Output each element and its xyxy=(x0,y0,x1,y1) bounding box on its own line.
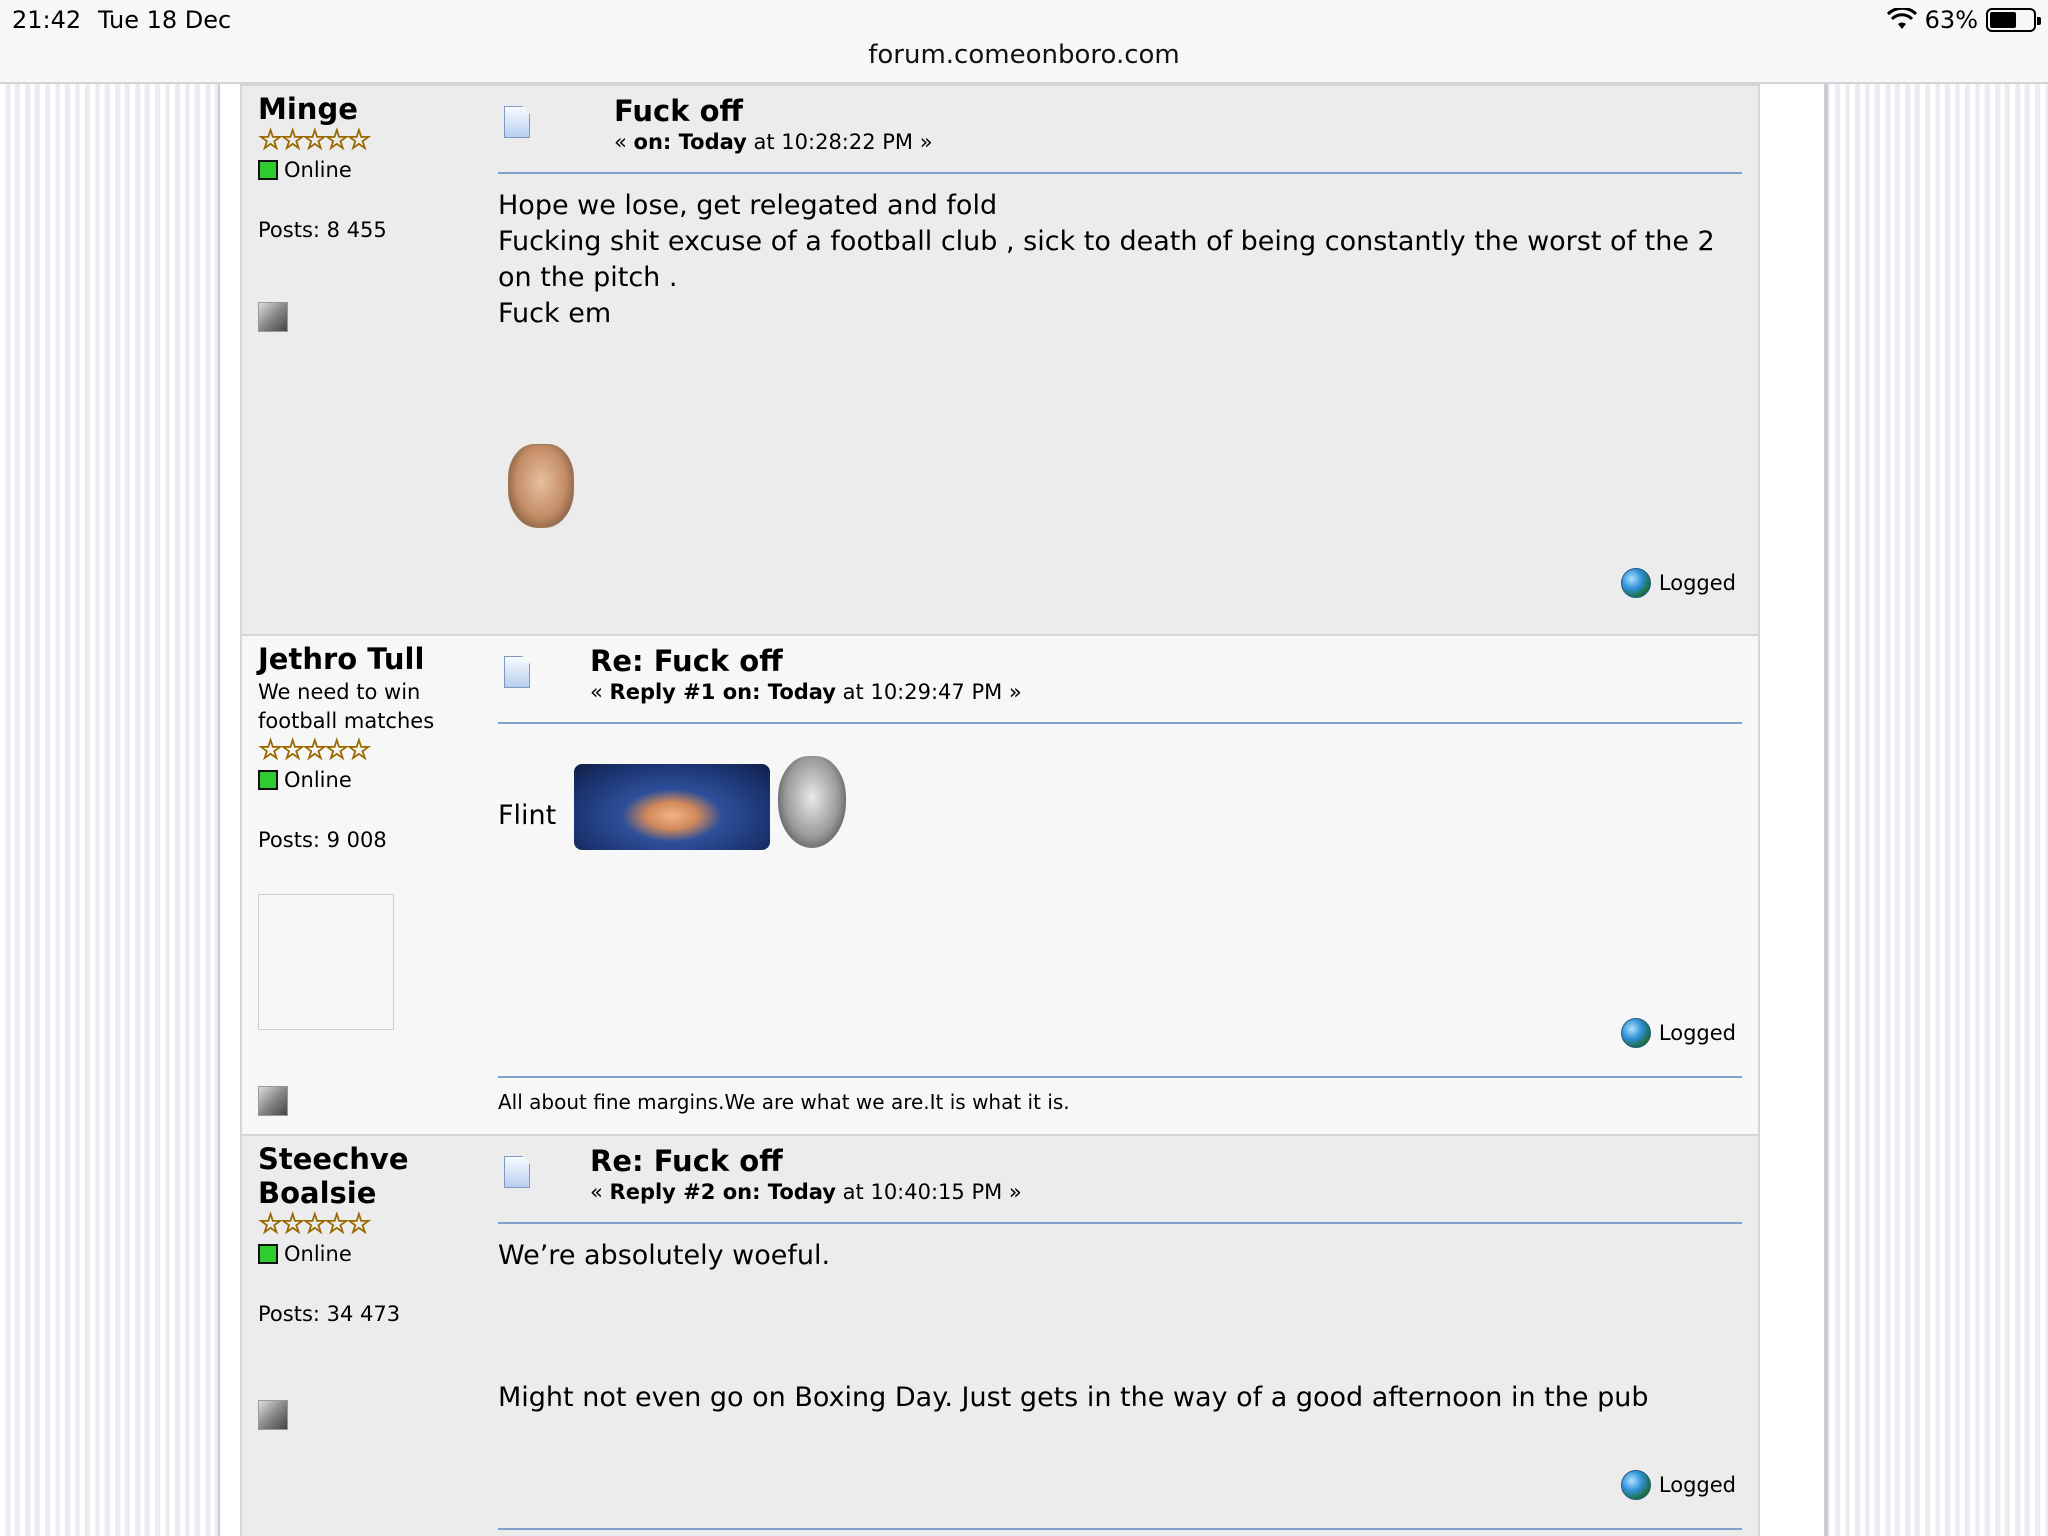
profile-link-icon[interactable] xyxy=(258,302,288,332)
post-subject[interactable]: Re: Fuck off xyxy=(590,1144,783,1178)
logged-indicator: Logged xyxy=(1620,568,1736,598)
poster-info: Jethro Tull We need to win football matc… xyxy=(258,642,478,1030)
post-line: Might not even go on Boxing Day. Just ge… xyxy=(498,1382,1649,1413)
poster-name[interactable]: Jethro Tull xyxy=(258,642,478,676)
forum-post: Jethro Tull We need to win football matc… xyxy=(240,634,1760,1136)
wifi-icon xyxy=(1886,8,1917,29)
online-status: Online xyxy=(258,158,478,182)
logged-label: Logged xyxy=(1658,1021,1736,1045)
post-document-icon xyxy=(504,656,530,688)
poster-name[interactable]: Steechve Boalsie xyxy=(258,1142,478,1210)
embedded-coach-image xyxy=(574,764,770,850)
post-count: Posts: 9 008 xyxy=(258,828,387,852)
poster-name[interactable]: Minge xyxy=(258,92,478,126)
online-icon xyxy=(258,160,278,180)
battery-icon xyxy=(1986,8,2041,32)
battery-percent: 63% xyxy=(1924,6,1978,34)
forum-post: Steechve Boalsie ☆☆☆☆☆ Online Posts: 34 … xyxy=(240,1134,1760,1536)
status-time: 21:42 xyxy=(12,6,82,34)
post-meta-bold: Reply #2 on: Today xyxy=(609,1180,836,1204)
online-label: Online xyxy=(284,768,352,792)
post-header: Re: Fuck off « Reply #2 on: Today at 10:… xyxy=(498,1136,1742,1222)
poster-info: Minge ☆☆☆☆☆ Online Posts: 8 455 xyxy=(258,92,478,242)
globe-icon xyxy=(1620,1470,1651,1500)
browser-top-bar: 21:42 Tue 18 Dec 63% forum.comeonboro.co… xyxy=(0,0,2048,84)
post-line: Fuck em xyxy=(498,298,612,329)
globe-icon xyxy=(1620,568,1651,598)
online-label: Online xyxy=(284,158,352,182)
online-icon xyxy=(258,1244,278,1264)
post-content: Re: Fuck off « Reply #2 on: Today at 10:… xyxy=(498,1136,1742,1416)
profile-link-icon[interactable] xyxy=(258,1086,288,1116)
post-count: Posts: 34 473 xyxy=(258,1302,401,1326)
post-divider xyxy=(498,1528,1742,1530)
post-meta-bold: Reply #1 on: Today xyxy=(609,680,836,704)
post-body: Hope we lose, get relegated and fold Fuc… xyxy=(498,188,1742,332)
post-meta: « on: Today at 10:28:22 PM » xyxy=(614,130,933,154)
status-date: Tue 18 Dec xyxy=(98,6,232,34)
post-line: We’re absolutely woeful. xyxy=(498,1240,831,1271)
address-bar-url[interactable]: forum.comeonboro.com xyxy=(0,40,2048,70)
page-rail xyxy=(1826,84,1828,1536)
post-divider xyxy=(498,722,1742,724)
post-subject[interactable]: Re: Fuck off xyxy=(590,644,783,678)
logged-label: Logged xyxy=(1658,1473,1736,1497)
post-divider xyxy=(498,1222,1742,1224)
poster-info: Steechve Boalsie ☆☆☆☆☆ Online Posts: 34 … xyxy=(258,1142,478,1326)
logged-indicator: Logged xyxy=(1620,1470,1736,1500)
post-line: Hope we lose, get relegated and fold xyxy=(498,190,998,221)
online-icon xyxy=(258,770,278,790)
profile-link-icon[interactable] xyxy=(258,1400,288,1430)
status-right: 63% xyxy=(1886,6,2041,34)
post-line: Fucking shit excuse of a football club ,… xyxy=(498,226,1715,293)
battery-level xyxy=(1990,12,2017,28)
avatar xyxy=(258,894,394,1030)
post-header: Re: Fuck off « Reply #1 on: Today at 10:… xyxy=(498,636,1742,722)
post-subject[interactable]: Fuck off xyxy=(614,94,743,128)
post-meta: « Reply #2 on: Today at 10:40:15 PM » xyxy=(590,1180,1022,1204)
embedded-face-image xyxy=(778,756,846,848)
post-meta-bold: on: Today xyxy=(633,130,747,154)
online-status: Online xyxy=(258,1242,478,1266)
poster-custom-title: We need to win football matches xyxy=(258,680,435,733)
post-meta: « Reply #1 on: Today at 10:29:47 PM » xyxy=(590,680,1022,704)
post-content: Fuck off « on: Today at 10:28:22 PM » Ho… xyxy=(498,86,1742,332)
rank-stars-icon: ☆☆☆☆☆ xyxy=(258,123,373,156)
logged-label: Logged xyxy=(1658,571,1736,595)
online-label: Online xyxy=(284,1242,352,1266)
post-header: Fuck off « on: Today at 10:28:22 PM » xyxy=(498,86,1742,172)
online-status: Online xyxy=(258,768,478,792)
rank-stars-icon: ☆☆☆☆☆ xyxy=(258,1207,373,1240)
post-document-icon xyxy=(504,106,530,138)
post-document-icon xyxy=(504,1156,530,1188)
globe-icon xyxy=(1620,1018,1651,1048)
logged-indicator: Logged xyxy=(1620,1018,1736,1048)
embedded-face-image xyxy=(508,444,574,528)
post-count: Posts: 8 455 xyxy=(258,218,387,242)
post-divider xyxy=(498,172,1742,174)
post-body: We’re absolutely woeful. Might not even … xyxy=(498,1238,1742,1416)
forum-post: Minge ☆☆☆☆☆ Online Posts: 8 455 Fuck off… xyxy=(240,84,1760,636)
post-signature: All about fine margins.We are what we ar… xyxy=(498,1090,1070,1114)
rank-stars-icon: ☆☆☆☆☆ xyxy=(258,733,373,766)
